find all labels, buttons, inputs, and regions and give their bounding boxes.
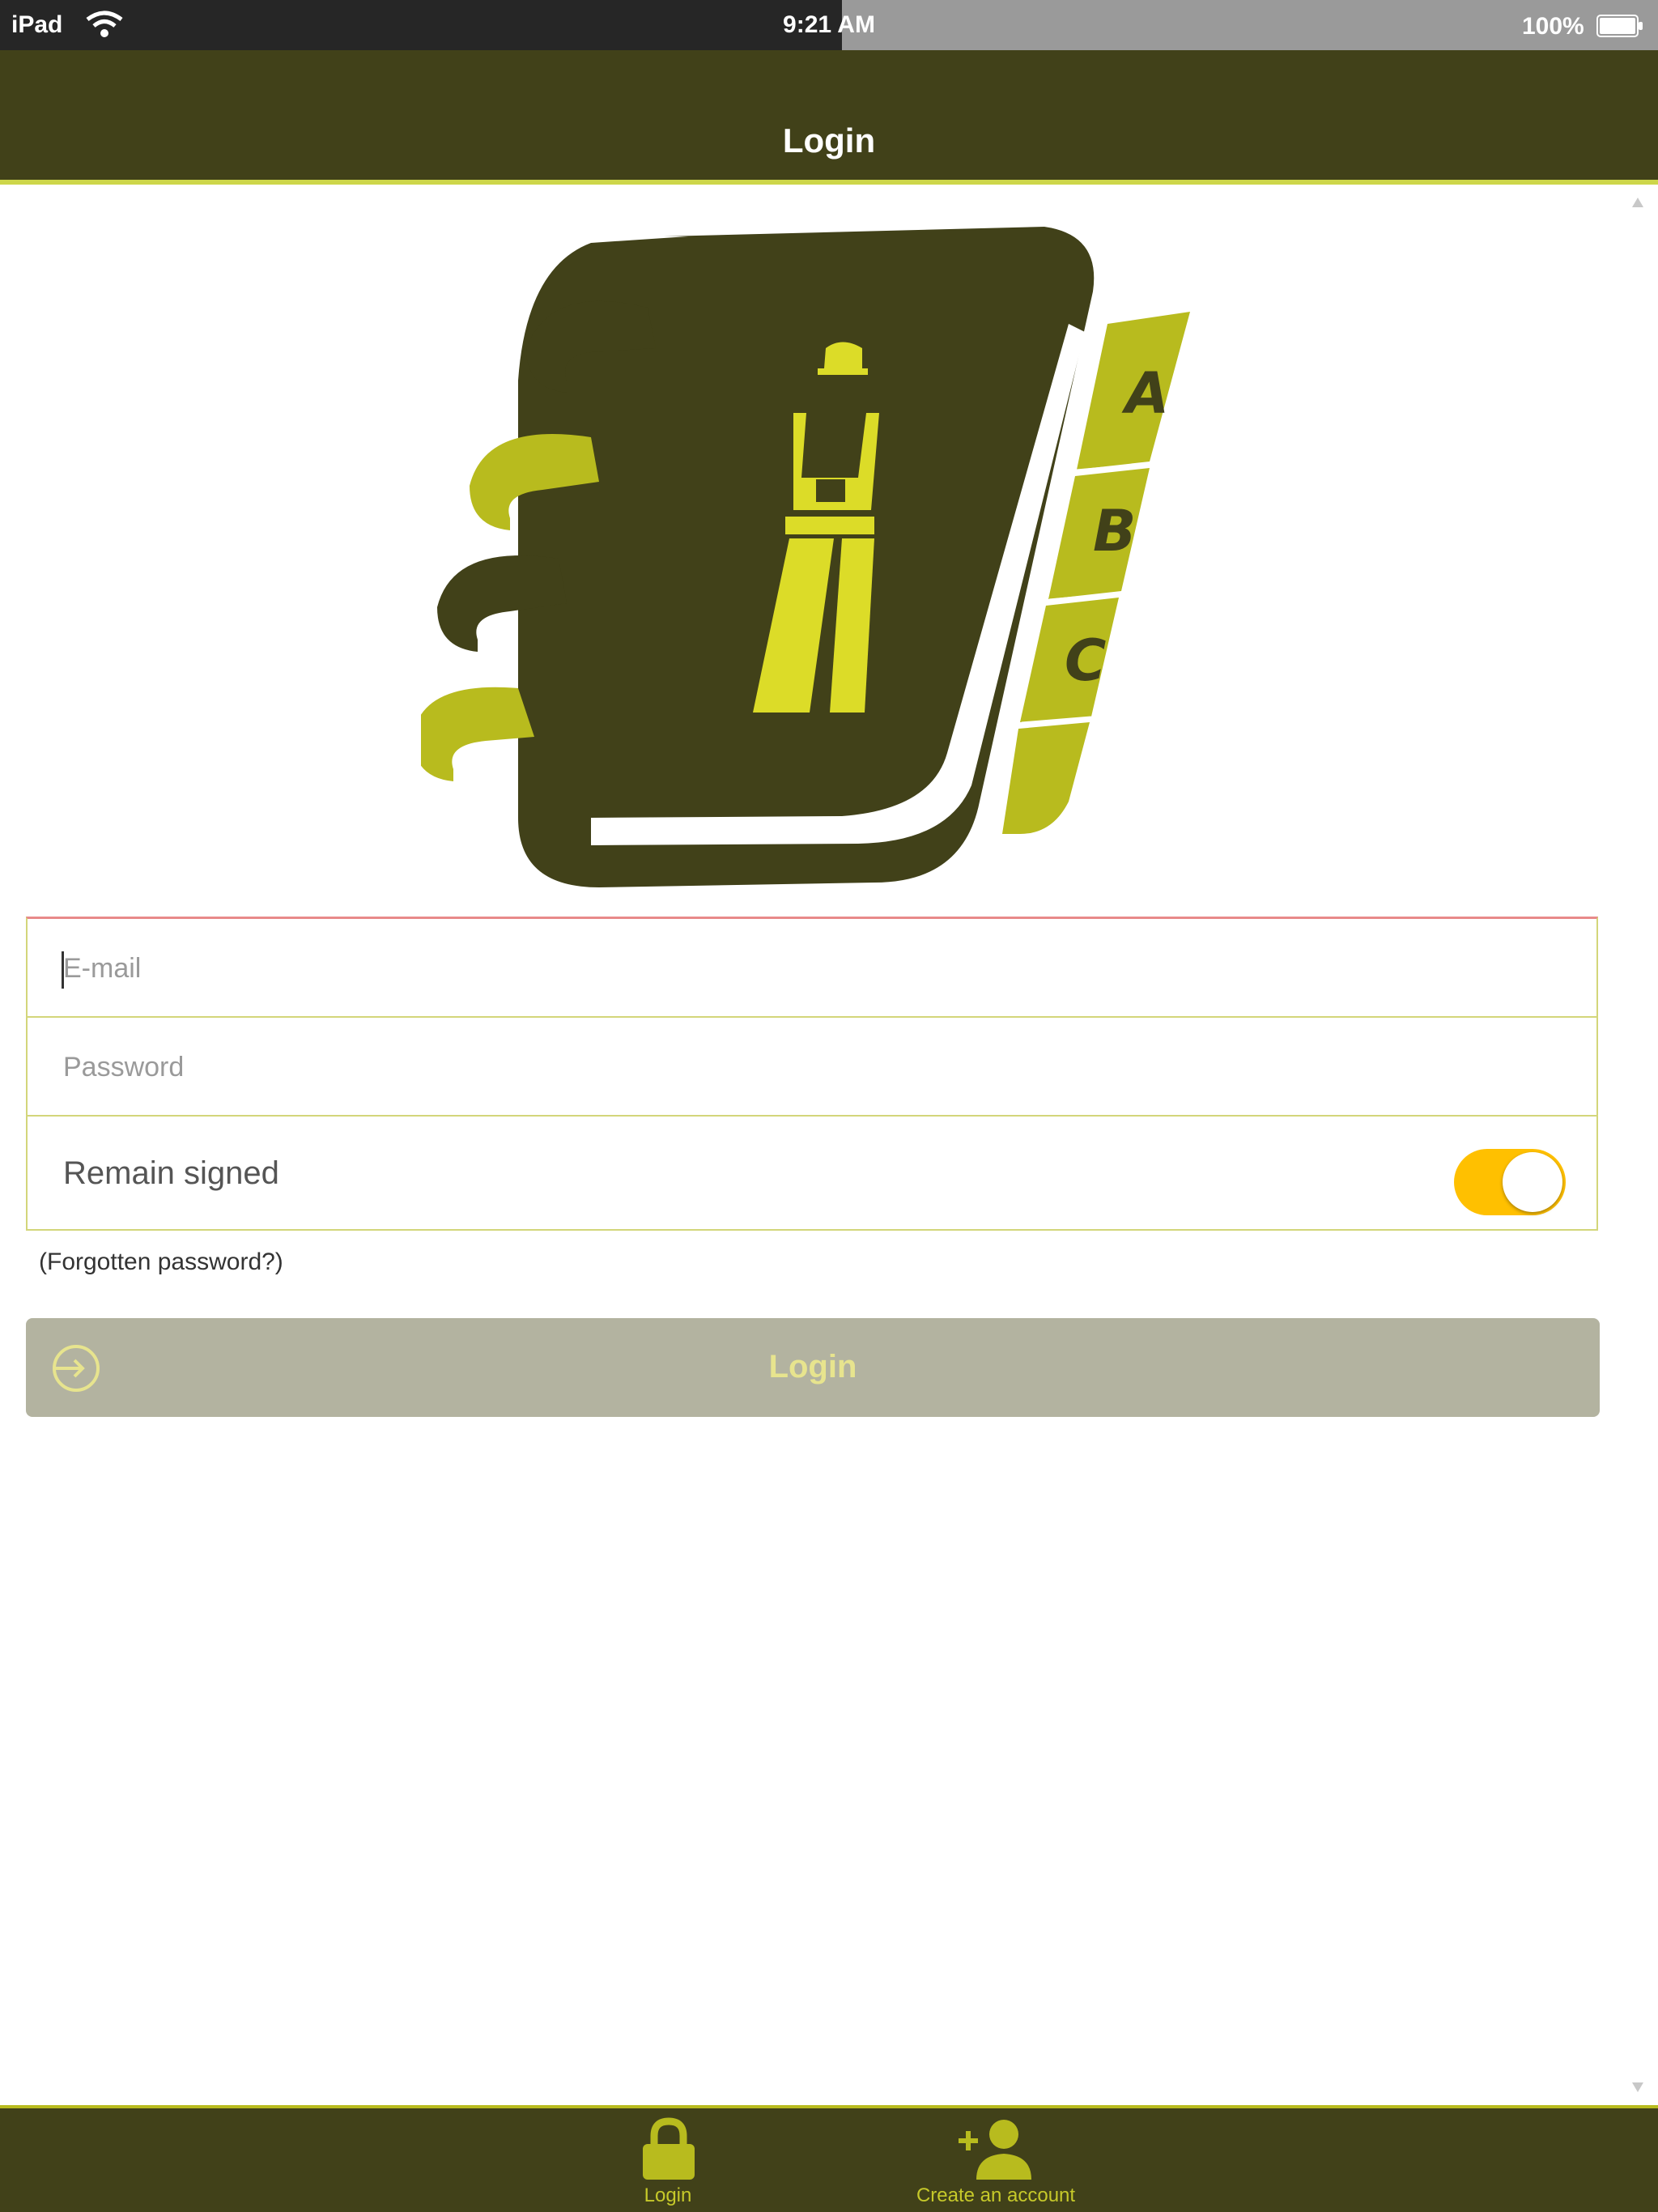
status-time: 9:21 AM xyxy=(783,11,875,38)
battery-icon xyxy=(1596,15,1643,37)
login-form: Remain signed xyxy=(26,917,1598,1231)
logo-tab-b: B xyxy=(1093,498,1136,564)
tab-create-account-label: Create an account xyxy=(916,2184,1076,2206)
app-screen: iPad 9:21 AM 100% Login A B C E-mail Rem… xyxy=(0,0,1658,2212)
remain-signed-label: Remain signed xyxy=(63,1155,279,1191)
password-row xyxy=(28,1018,1596,1117)
lock-icon xyxy=(643,2117,695,2180)
toggle-knob xyxy=(1503,1152,1562,1212)
login-button-label: Login xyxy=(768,1349,857,1385)
tab-login-label: Login xyxy=(644,2184,692,2206)
address-book-logo: A B C xyxy=(421,227,1190,887)
tab-create-account[interactable]: Create an account xyxy=(891,2108,1101,2212)
battery-percentage: 100% xyxy=(1522,13,1584,40)
scroll-up-arrow-icon[interactable] xyxy=(1630,196,1645,209)
add-user-icon xyxy=(959,2120,1031,2180)
tab-bar: Login Create an account xyxy=(0,2105,1658,2212)
logo-tab-a: A xyxy=(1121,360,1169,427)
email-row xyxy=(28,919,1596,1018)
text-cursor xyxy=(62,951,64,989)
email-field[interactable] xyxy=(62,919,1522,1018)
remain-signed-row: Remain signed xyxy=(28,1117,1596,1230)
tab-login[interactable]: Login xyxy=(615,2108,721,2212)
status-bar: iPad 9:21 AM 100% xyxy=(0,0,1658,50)
scroll-down-arrow-icon[interactable] xyxy=(1630,2081,1645,2094)
logo-tab-c: C xyxy=(1065,627,1106,694)
password-field[interactable] xyxy=(62,1018,1522,1117)
forgot-password-link[interactable]: (Forgotten password?) xyxy=(39,1249,283,1276)
navigation-bar: Login xyxy=(0,50,1658,185)
remain-signed-toggle[interactable] xyxy=(1454,1149,1566,1215)
login-button[interactable]: Login xyxy=(26,1318,1600,1417)
page-title: Login xyxy=(782,121,876,160)
